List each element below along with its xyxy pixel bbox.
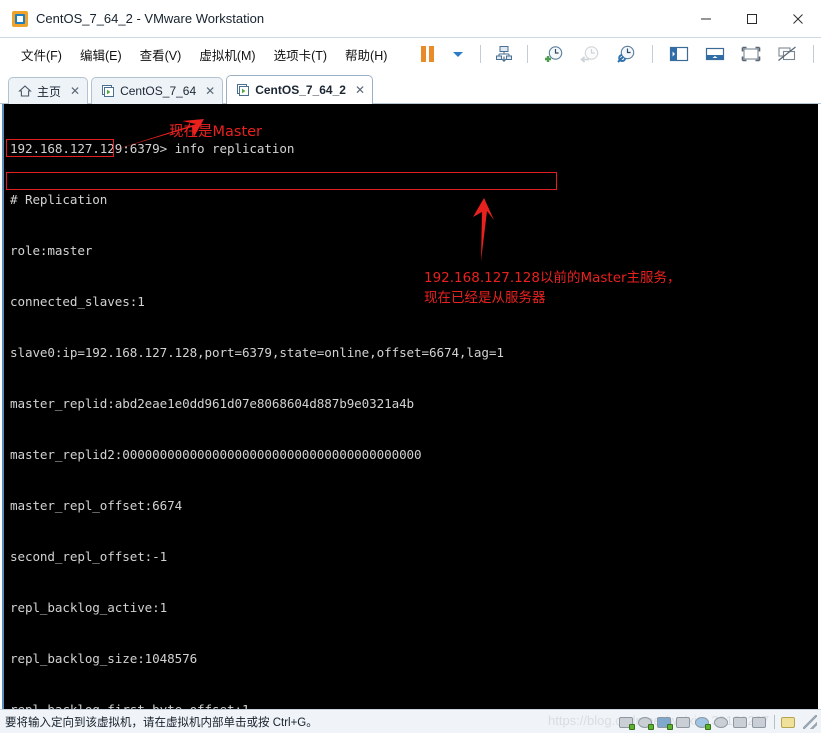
power-dropdown[interactable] — [443, 42, 471, 66]
snapshot-add-icon — [545, 46, 563, 62]
arrow-to-slave0 — [473, 198, 494, 261]
fullscreen-icon — [742, 46, 761, 62]
home-icon — [18, 84, 32, 98]
network-adapter-icon[interactable] — [657, 715, 673, 730]
menu-help[interactable]: 帮助(H) — [336, 42, 396, 67]
menu-file[interactable]: 文件(F) — [12, 42, 71, 67]
status-message: 要将输入定向到该虚拟机，请在虚拟机内部单击或按 Ctrl+G。 — [5, 716, 318, 729]
menu-view[interactable]: 查看(V) — [131, 42, 191, 67]
terminal-line: slave0:ip=192.168.127.128,port=6379,stat… — [10, 345, 504, 360]
send-to-vm-icon — [496, 46, 513, 63]
sound-card-icon[interactable] — [714, 715, 730, 730]
show-thumbnails-button[interactable] — [698, 42, 732, 66]
status-bar: 要将输入定向到该虚拟机，请在虚拟机内部单击或按 Ctrl+G。 https://… — [0, 709, 821, 733]
toolbar-divider-4 — [652, 45, 654, 63]
cd-dvd-icon[interactable] — [638, 715, 654, 730]
terminal-line: master_replid2:0000000000000000000000000… — [10, 447, 422, 462]
hard-disk-icon[interactable] — [619, 715, 635, 730]
resize-grip[interactable] — [803, 715, 817, 729]
snapshot-manager-icon — [617, 45, 635, 63]
vmware-workstation-window: CentOS_7_64_2 - VMware Workstation 文件(F)… — [0, 0, 821, 733]
toolbar-divider-5 — [813, 45, 815, 63]
terminal-line: master_repl_offset:6674 — [10, 498, 183, 513]
manage-button[interactable] — [490, 42, 518, 66]
suspend-button[interactable] — [413, 42, 441, 66]
annotation-now-master: 现在是Master — [169, 124, 263, 140]
pause-icon — [420, 46, 434, 62]
status-divider — [774, 715, 775, 729]
terminal-line: # Replication — [10, 192, 108, 207]
tab-bar: 主页 ✕ CentOS_7_64 ✕ CentOS_7_64_2 ✕ — [0, 70, 821, 104]
annotation-old-master-line2: 现在已经是从服务器 — [424, 290, 546, 306]
minimize-icon[interactable] — [683, 0, 729, 38]
close-icon[interactable] — [775, 0, 821, 38]
terminal-line: second_repl_offset:-1 — [10, 549, 168, 564]
display2-icon[interactable] — [752, 715, 768, 730]
window-title: CentOS_7_64_2 - VMware Workstation — [36, 11, 265, 26]
terminal-line: repl_backlog_size:1048576 — [10, 651, 198, 666]
show-library-button[interactable] — [662, 42, 696, 66]
thumbnail-bar-icon — [706, 47, 725, 61]
menu-edit[interactable]: 编辑(E) — [71, 42, 131, 67]
tab-centos-7-64-label: CentOS_7_64 — [120, 84, 197, 98]
vm-icon — [101, 84, 115, 98]
tab-centos-7-64-2-close-icon[interactable]: ✕ — [355, 84, 365, 96]
menu-bar: 文件(F) 编辑(E) 查看(V) 虚拟机(M) 选项卡(T) 帮助(H) — [0, 38, 821, 70]
tab-centos-7-64[interactable]: CentOS_7_64 ✕ — [91, 77, 224, 104]
window-controls — [683, 0, 821, 38]
display-icon[interactable] — [733, 715, 749, 730]
notes-icon[interactable] — [781, 715, 797, 730]
toolbar — [412, 42, 821, 66]
chevron-down-icon — [453, 51, 464, 57]
fullscreen-button[interactable] — [734, 42, 768, 66]
toolbar-divider-3 — [527, 45, 529, 63]
tab-home[interactable]: 主页 ✕ — [8, 77, 89, 104]
take-snapshot-button[interactable] — [537, 42, 571, 66]
terminal-output: 192.168.127.129:6379> info replication #… — [10, 106, 504, 709]
snapshot-revert-icon — [580, 46, 599, 63]
menu-tabs[interactable]: 选项卡(T) — [265, 42, 336, 67]
tab-centos-7-64-close-icon[interactable]: ✕ — [205, 85, 215, 97]
printer-icon[interactable] — [676, 715, 692, 730]
device-status-icons — [619, 710, 817, 733]
vm-screen-area: 192.168.127.129:6379> info replication #… — [0, 104, 821, 709]
tab-centos-7-64-2[interactable]: CentOS_7_64_2 ✕ — [226, 75, 373, 104]
title-bar: CentOS_7_64_2 - VMware Workstation — [0, 0, 821, 38]
vmware-logo-icon — [12, 10, 28, 27]
terminal-line: repl_backlog_active:1 — [10, 600, 168, 615]
snapshot-manager-button[interactable] — [609, 42, 643, 66]
unity-mode-icon — [778, 46, 797, 61]
vm-icon-active — [236, 83, 250, 97]
tab-centos-7-64-2-label: CentOS_7_64_2 — [255, 83, 346, 97]
tab-home-close-icon[interactable]: ✕ — [70, 85, 80, 97]
terminal-line: master_replid:abd2eae1e0dd961d07e8068604… — [10, 396, 415, 411]
annotation-old-master-line1: 192.168.127.128以前的Master主服务， — [424, 270, 681, 286]
toolbar-divider-2 — [480, 45, 482, 63]
guest-console[interactable]: 192.168.127.129:6379> info replication #… — [2, 104, 818, 709]
terminal-line: repl_backlog_first_byte_offset:1 — [10, 701, 504, 709]
usb-controller-icon[interactable] — [695, 715, 711, 730]
menu-vm[interactable]: 虚拟机(M) — [190, 42, 264, 67]
terminal-line: role:master — [10, 243, 93, 258]
revert-snapshot-button[interactable] — [573, 42, 607, 66]
maximize-icon[interactable] — [729, 0, 775, 38]
tab-home-label: 主页 — [37, 84, 62, 99]
unity-button[interactable] — [770, 42, 804, 66]
library-panel-icon — [670, 46, 689, 62]
terminal-line: 192.168.127.129:6379> info replication — [10, 141, 295, 156]
